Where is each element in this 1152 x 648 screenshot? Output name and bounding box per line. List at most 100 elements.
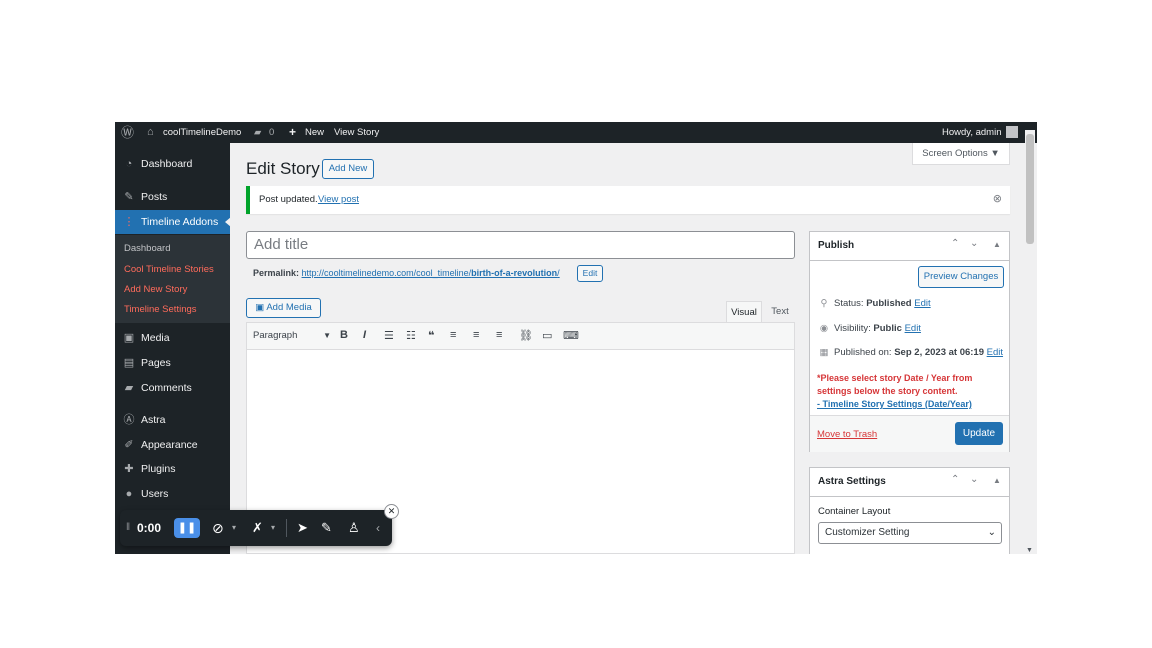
preview-changes-button[interactable]: Preview Changes: [918, 266, 1004, 288]
sidebar-item-pages[interactable]: ▤ Pages: [115, 351, 230, 375]
numbered-list-icon[interactable]: ☷: [406, 329, 416, 342]
add-media-button[interactable]: ▣ Add Media: [246, 298, 321, 318]
collapse-chevron-icon[interactable]: ‹: [376, 510, 380, 546]
drag-handle-icon[interactable]: ‖: [126, 510, 130, 546]
screen-options-button[interactable]: Screen Options ▼: [912, 143, 1010, 165]
sidebar-item-plugins[interactable]: ✚ Plugins: [115, 457, 230, 481]
chevron-down-icon[interactable]: ⌄: [970, 238, 978, 249]
mic-off-icon[interactable]: ✗: [252, 510, 263, 546]
page-title: Edit Story: [246, 159, 320, 178]
new-link[interactable]: New: [305, 122, 324, 143]
howdy-user[interactable]: Howdy, admin: [942, 122, 1002, 143]
timeline-settings-link[interactable]: - Timeline Story Settings (Date/Year): [817, 398, 972, 411]
pen-icon[interactable]: ✎: [321, 510, 332, 546]
submenu-timeline-settings[interactable]: Timeline Settings: [124, 304, 197, 315]
browser-frame: Ⓦ ⌂ coolTimelineDemo ▰ 0 + New View Stor…: [115, 122, 1037, 554]
chevron-up-icon[interactable]: ⌃: [951, 238, 959, 249]
user-icon: ●: [125, 488, 133, 500]
page-icon: ▤: [123, 357, 135, 369]
scrollbar-thumb[interactable]: [1026, 134, 1034, 244]
container-layout-value: Customizer Setting: [825, 527, 910, 538]
comment-icon[interactable]: ▰: [254, 122, 261, 143]
sidebar-item-dashboard[interactable]: ◔ Dashboard: [115, 152, 230, 176]
site-name-link[interactable]: coolTimelineDemo: [163, 122, 241, 143]
status-edit-link[interactable]: Edit: [914, 298, 930, 309]
align-right-icon[interactable]: ≡: [496, 329, 502, 341]
sidebar-item-label: Dashboard: [141, 158, 193, 170]
sidebar-item-users[interactable]: ● Users: [115, 482, 230, 506]
sidebar-item-timeline-addons[interactable]: ⋮ Timeline Addons: [115, 210, 231, 234]
published-edit-link[interactable]: Edit: [987, 347, 1003, 358]
sidebar-item-appearance[interactable]: ✐ Appearance: [115, 433, 230, 457]
update-button[interactable]: Update: [955, 422, 1003, 445]
published-value: Sep 2, 2023 at 06:19: [894, 347, 985, 358]
blockquote-icon[interactable]: ❝: [428, 329, 434, 342]
recording-timer: 0:00: [137, 521, 162, 535]
sidebar-item-label: Timeline Addons: [141, 216, 219, 228]
permalink-edit-button[interactable]: Edit: [577, 265, 603, 282]
wordpress-logo-icon[interactable]: Ⓦ: [121, 122, 134, 143]
title-input[interactable]: Add title: [246, 231, 795, 259]
link-icon[interactable]: ⛓: [519, 329, 533, 342]
avatar[interactable]: [1006, 126, 1018, 138]
sidebar-item-comments[interactable]: ▰ Comments: [115, 376, 230, 400]
pin-icon: ✎: [124, 191, 134, 203]
page-scrollbar[interactable]: ▼: [1025, 130, 1035, 554]
bold-icon[interactable]: B: [340, 329, 348, 341]
align-left-icon[interactable]: ≡: [450, 329, 456, 341]
toolbar-toggle-icon[interactable]: ⌨: [563, 329, 579, 342]
toggle-panel-icon[interactable]: ▲: [993, 240, 1001, 249]
notice-text: Post updated.: [259, 194, 318, 205]
view-post-link[interactable]: View post: [318, 194, 359, 205]
post-updated-notice: Post updated. View post ⊗: [246, 186, 1010, 214]
chevron-down-icon[interactable]: ⌄: [970, 474, 978, 485]
toggle-panel-icon[interactable]: ▲: [993, 476, 1001, 485]
scroll-down-icon[interactable]: ▼: [1026, 547, 1033, 554]
sidebar-item-posts[interactable]: ✎ Posts: [115, 185, 230, 209]
brush-icon: ✐: [124, 439, 134, 451]
view-story-link[interactable]: View Story: [334, 122, 379, 143]
add-new-button[interactable]: Add New: [322, 159, 374, 179]
astra-settings-box: Astra Settings ⌃ ⌄ ▲ Container Layout Cu…: [809, 467, 1010, 554]
publish-box-header: Publish ⌃ ⌄ ▲: [810, 232, 1009, 261]
sidebar-item-media[interactable]: ▣ Media: [115, 326, 230, 350]
tab-text[interactable]: Text: [765, 301, 795, 322]
italic-icon[interactable]: I: [363, 329, 366, 341]
submenu-add-new-story[interactable]: Add New Story: [124, 284, 187, 295]
bullet-list-icon[interactable]: ☰: [384, 329, 394, 342]
submenu-dashboard[interactable]: Dashboard: [124, 243, 170, 254]
sidebar-item-astra[interactable]: Ⓐ Astra: [115, 408, 230, 432]
submenu-cool-timeline-stories[interactable]: Cool Timeline Stories: [124, 264, 214, 275]
gauge-icon: ◔: [125, 158, 133, 170]
format-select[interactable]: Paragraph ▼: [253, 328, 333, 344]
dismiss-icon[interactable]: ⊗: [993, 192, 1002, 205]
chevron-up-icon[interactable]: ⌃: [951, 474, 959, 485]
container-layout-select[interactable]: Customizer Setting ⌄: [818, 522, 1002, 544]
permalink-base[interactable]: http://cooltimelinedemo.com/cool_timelin…: [302, 268, 472, 278]
permalink-end[interactable]: /: [557, 268, 560, 278]
read-more-icon[interactable]: ▭: [542, 329, 552, 342]
camera-options-chevron-icon[interactable]: ▾: [232, 510, 236, 546]
pause-button[interactable]: ❚❚: [174, 518, 200, 538]
eye-icon: ◉: [819, 323, 829, 334]
plus-icon[interactable]: +: [289, 122, 296, 143]
editor-toolbar: Paragraph ▼ B I ☰ ☷ ❝ ≡ ≡ ≡ ⛓ ▭ ⌨: [246, 322, 795, 350]
visibility-edit-link[interactable]: Edit: [905, 323, 921, 334]
warning-line-1: *Please select story Date / Year from: [817, 373, 973, 383]
screen-recorder-toolbar: ‖ 0:00 ❚❚ ⊘ ▾ ✗ ▾ ➤ ✎ ♙ ‹: [120, 510, 392, 546]
pin-icon: ⚲: [820, 298, 828, 309]
permalink-slug[interactable]: birth-of-a-revolution: [471, 268, 557, 278]
camera-off-icon[interactable]: ⊘: [212, 510, 224, 546]
permalink-label: Permalink:: [253, 268, 300, 278]
recorder-close-icon[interactable]: ✕: [384, 504, 399, 519]
eraser-icon[interactable]: ♙: [348, 510, 360, 546]
align-center-icon[interactable]: ≡: [473, 329, 479, 341]
tab-visual[interactable]: Visual: [726, 301, 762, 322]
move-to-trash-link[interactable]: Move to Trash: [817, 429, 877, 440]
status-value: Published: [866, 298, 912, 309]
cursor-icon[interactable]: ➤: [297, 510, 308, 546]
home-icon[interactable]: ⌂: [147, 122, 154, 143]
astra-box-header: Astra Settings ⌃ ⌄ ▲: [810, 468, 1009, 497]
comments-count[interactable]: 0: [269, 122, 274, 143]
mic-options-chevron-icon[interactable]: ▾: [271, 510, 275, 546]
